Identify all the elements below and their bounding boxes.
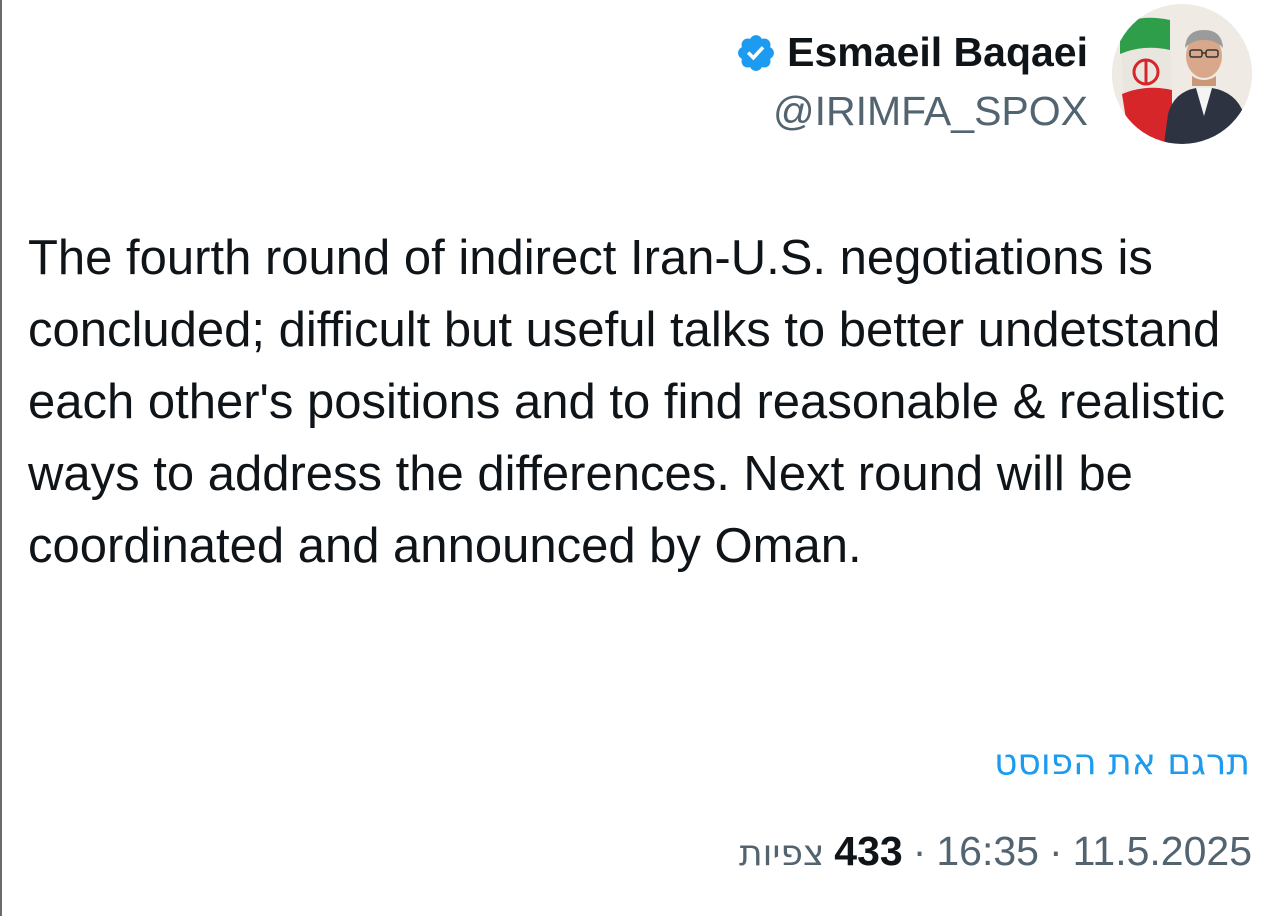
meta-separator: · (1048, 828, 1063, 874)
avatar-image (1112, 4, 1252, 144)
views-label: צפיות (738, 833, 825, 874)
tweet-date[interactable]: 11.5.2025 (1073, 828, 1252, 875)
tweet-card: Esmaeil Baqaei @IRIMFA_SPOX The fourth r… (0, 0, 1280, 916)
author-display-name[interactable]: Esmaeil Baqaei (787, 29, 1088, 76)
translate-post-link[interactable]: תרגם את הפוסט (994, 742, 1250, 783)
avatar[interactable] (1112, 4, 1252, 144)
tweet-meta: 11.5.2025 · 16:35 · 433 צפיות (739, 828, 1252, 875)
author-name-row[interactable]: Esmaeil Baqaei (735, 14, 1088, 92)
tweet-text: The fourth round of indirect Iran-U.S. n… (28, 231, 1225, 573)
tweet-time[interactable]: 16:35 (936, 828, 1039, 875)
author-handle[interactable]: @IRIMFA_SPOX (773, 88, 1088, 135)
verified-badge-icon (735, 32, 777, 74)
meta-separator: · (912, 828, 927, 874)
author-info[interactable]: Esmaeil Baqaei @IRIMFA_SPOX (735, 14, 1088, 135)
tweet-header: Esmaeil Baqaei @IRIMFA_SPOX (735, 4, 1252, 144)
views-count: 433 (834, 828, 903, 874)
